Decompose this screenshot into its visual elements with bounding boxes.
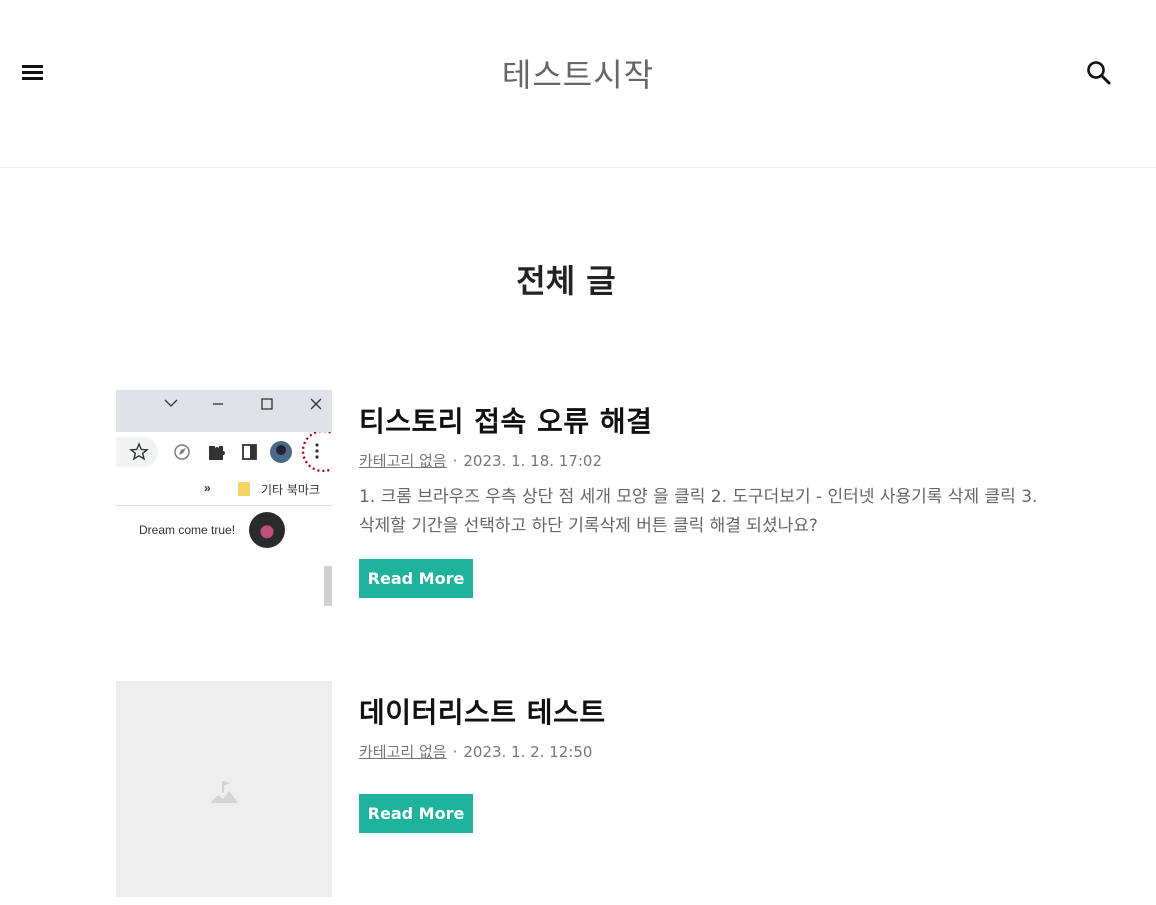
search-icon[interactable]: [1084, 58, 1114, 88]
post-thumbnail-placeholder[interactable]: [116, 681, 332, 897]
meta-separator: ·: [452, 452, 458, 470]
post-category-link[interactable]: 카테고리 없음: [359, 743, 447, 761]
image-placeholder-icon: [210, 781, 238, 803]
post-category-link[interactable]: 카테고리 없음: [359, 452, 447, 470]
post-thumbnail[interactable]: » 기타 북마크 Dream come true!: [116, 390, 332, 606]
bookmarks-chevron: »: [204, 481, 211, 495]
post-meta: 카테고리 없음 · 2023. 1. 2. 12:50: [359, 741, 1039, 762]
blog-title[interactable]: 테스트시작: [0, 50, 1156, 96]
post-item: » 기타 북마크 Dream come true! 티스토리 접속 오류 해결 …: [116, 390, 1039, 606]
read-more-button[interactable]: Read More: [359, 794, 473, 833]
bookmarks-bar: » 기타 북마크: [116, 472, 332, 506]
read-more-button[interactable]: Read More: [359, 559, 473, 598]
thumbnail-caption: Dream come true!: [139, 523, 236, 537]
browser-toolbar: [116, 432, 332, 472]
post-body: 티스토리 접속 오류 해결 카테고리 없음 · 2023. 1. 18. 17:02…: [359, 390, 1039, 598]
window-controls-icon: [164, 398, 322, 410]
page-heading: 전체 글: [516, 262, 616, 300]
post-title[interactable]: 데이터리스트 테스트: [359, 691, 1039, 731]
folder-icon: [238, 482, 250, 496]
post-meta: 카테고리 없음 · 2023. 1. 18. 17:02: [359, 450, 1039, 471]
browser-titlebar: [116, 390, 332, 432]
post-date: 2023. 1. 2. 12:50: [463, 743, 593, 761]
toolbar-icons: [129, 432, 332, 472]
post-body: 데이터리스트 테스트 카테고리 없음 · 2023. 1. 2. 12:50 Rea…: [359, 681, 1039, 833]
bookmark-label: 기타 북마크: [261, 483, 321, 497]
meta-separator: ·: [452, 743, 458, 761]
blog-header: 테스트시작: [0, 0, 1156, 168]
avatar: [249, 512, 285, 548]
post-item: 데이터리스트 테스트 카테고리 없음 · 2023. 1. 2. 12:50 Rea…: [116, 681, 1036, 897]
scrollbar-thumb: [324, 566, 332, 606]
post-excerpt: 1. 크롬 브라우즈 우측 상단 점 세개 모양 을 클릭 2. 도구더보기 -…: [359, 487, 1038, 536]
post-title[interactable]: 티스토리 접속 오류 해결: [359, 400, 1039, 440]
screenshot-page: Dream come true!: [116, 506, 332, 606]
post-date: 2023. 1. 18. 17:02: [463, 452, 602, 470]
